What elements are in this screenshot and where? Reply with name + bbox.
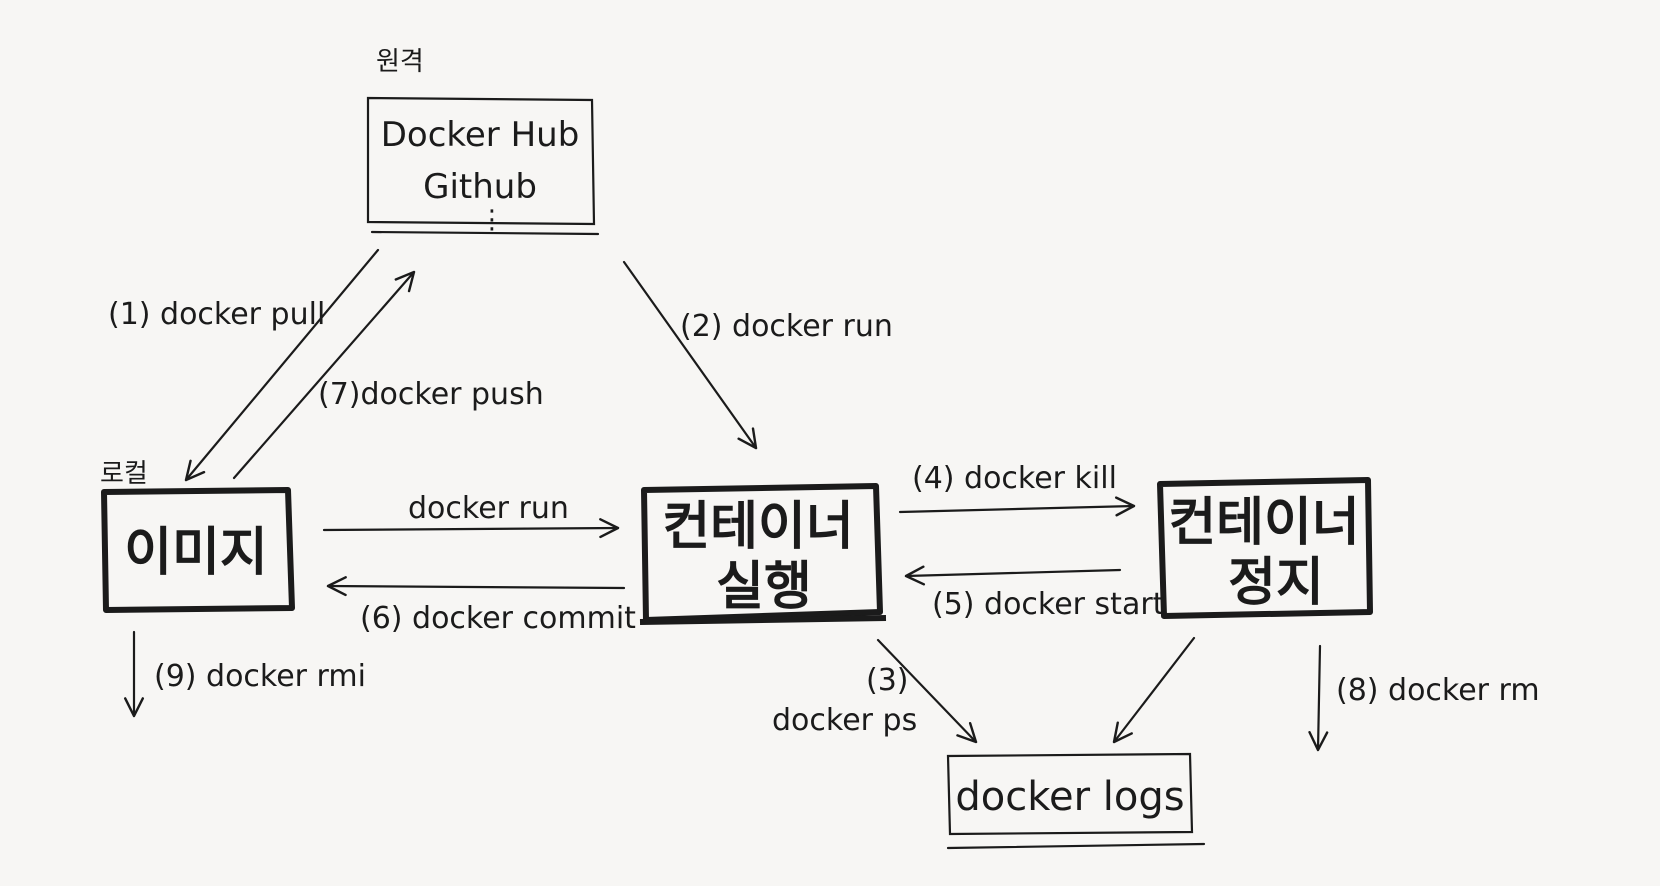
remote-caption: 원격 (376, 47, 424, 77)
rm-arrow (1308, 644, 1329, 752)
local-image-node: 로컬 이미지 (100, 459, 295, 613)
pull-arrow (184, 248, 380, 482)
logs-node: docker logs (946, 752, 1206, 850)
remote-line-ellipsis: ⋮ (479, 205, 505, 235)
remote-line-github: Github (423, 167, 537, 207)
container-running-line1: 컨테이너 (662, 497, 853, 557)
local-run-label: docker run (408, 491, 569, 526)
kill-arrow (898, 496, 1136, 517)
logs-label: docker logs (955, 774, 1184, 820)
logs-underline (946, 842, 1206, 850)
push-label: (7)docker push (318, 377, 544, 412)
container-running-node: 컨테이너 실행 (639, 483, 887, 625)
ps-label: docker ps (772, 703, 917, 738)
remote-run-label: (2) docker run (680, 309, 893, 344)
container-stopped-line1: 컨테이너 (1168, 493, 1359, 553)
remote-node: 원격 Docker Hub Github ⋮ (366, 47, 600, 236)
commit-arrow (326, 576, 626, 597)
kill-label: (4) docker kill (912, 461, 1117, 496)
local-run-arrow (322, 518, 620, 539)
ps-number: (3) (866, 663, 909, 698)
container-stopped-line2: 정지 (1228, 553, 1324, 613)
commit-label: (6) docker commit (360, 601, 636, 636)
remote-run-arrow (622, 260, 758, 450)
stopped-logs-arrow (1112, 636, 1196, 744)
rmi-label: (9) docker rmi (154, 659, 366, 694)
rm-label: (8) docker rm (1336, 673, 1540, 708)
start-arrow (904, 565, 1122, 586)
docker-lifecycle-diagram: 원격 Docker Hub Github ⋮ 로컬 이미지 컨테이너 실행 컨테… (100, 47, 1540, 850)
remote-line-docker-hub: Docker Hub (381, 115, 580, 155)
pull-label: (1) docker pull (108, 297, 325, 332)
local-caption: 로컬 (100, 459, 148, 489)
container-running-line2: 실행 (716, 557, 812, 617)
start-label: (5) docker start (932, 587, 1165, 622)
local-image-label: 이미지 (124, 523, 268, 583)
container-stopped-node: 컨테이너 정지 (1157, 477, 1373, 619)
container-running-underline (639, 615, 887, 625)
